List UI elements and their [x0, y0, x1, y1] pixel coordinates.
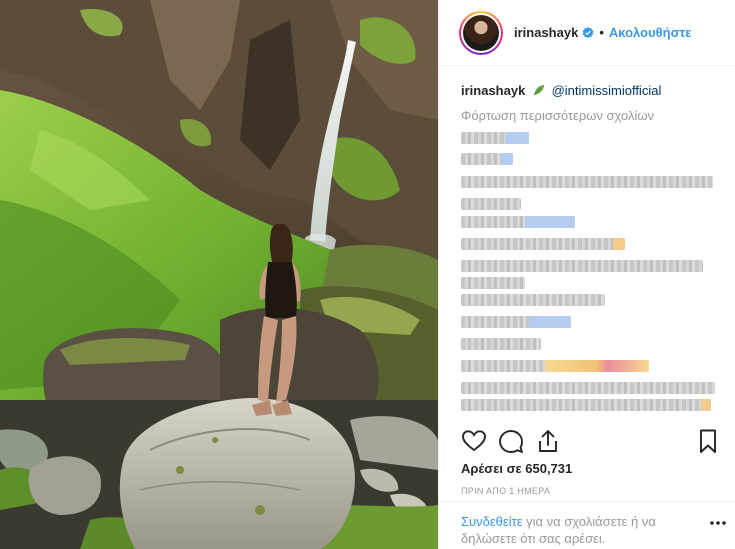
- blurred-comment: [461, 399, 711, 411]
- blurred-comment: [461, 316, 571, 328]
- share-icon[interactable]: [535, 428, 561, 454]
- leaf-icon: [533, 85, 544, 96]
- post-photo[interactable]: [0, 0, 438, 549]
- caption-username[interactable]: irinashayk: [461, 83, 525, 98]
- blurred-comment: [461, 238, 625, 250]
- post-actions: [461, 428, 721, 456]
- login-link[interactable]: Συνδεθείτε: [461, 514, 523, 529]
- blurred-comment: [461, 360, 649, 372]
- more-options-icon[interactable]: [709, 520, 727, 526]
- blurred-comment: [461, 338, 541, 350]
- waterfall-landscape-image: [0, 0, 438, 549]
- blurred-comment: [461, 294, 605, 306]
- blurred-comment: [461, 153, 513, 165]
- blurred-comment: [461, 382, 715, 394]
- likes-count[interactable]: Αρέσει σε 650,731: [461, 461, 572, 476]
- verified-badge-icon: [582, 26, 594, 38]
- avatar[interactable]: [459, 10, 503, 55]
- post-caption: irinashayk @intimissimiofficial: [461, 83, 661, 98]
- blurred-comment: [461, 132, 529, 144]
- blurred-comment: [461, 216, 575, 228]
- caption-mention[interactable]: @intimissimiofficial: [552, 83, 662, 98]
- load-more-comments-link[interactable]: Φόρτωση περισσότερων σχολίων: [461, 108, 654, 123]
- heart-icon[interactable]: [461, 428, 487, 454]
- blurred-comment: [461, 260, 703, 272]
- blurred-comment: [461, 277, 525, 289]
- post-timestamp: ΠΡΙΝ ΑΠΟ 1 ΗΜΕΡΑ: [461, 486, 551, 496]
- follow-button[interactable]: Ακολουθήστε: [609, 25, 692, 40]
- login-prompt: Συνδεθείτε για να σχολιάσετε ή να δηλώσε…: [439, 501, 735, 549]
- post-details-panel: irinashayk • Ακολουθήστε irinashayk @int…: [438, 0, 735, 549]
- blurred-comment: [461, 176, 713, 188]
- bookmark-icon[interactable]: [695, 428, 721, 454]
- separator-dot: •: [599, 25, 604, 40]
- login-prompt-text: Συνδεθείτε για να σχολιάσετε ή να δηλώσε…: [461, 513, 676, 547]
- comment-icon[interactable]: [498, 428, 524, 454]
- blurred-comment: [461, 198, 521, 210]
- header-username[interactable]: irinashayk: [514, 25, 578, 40]
- post-header: irinashayk • Ακολουθήστε: [439, 0, 735, 66]
